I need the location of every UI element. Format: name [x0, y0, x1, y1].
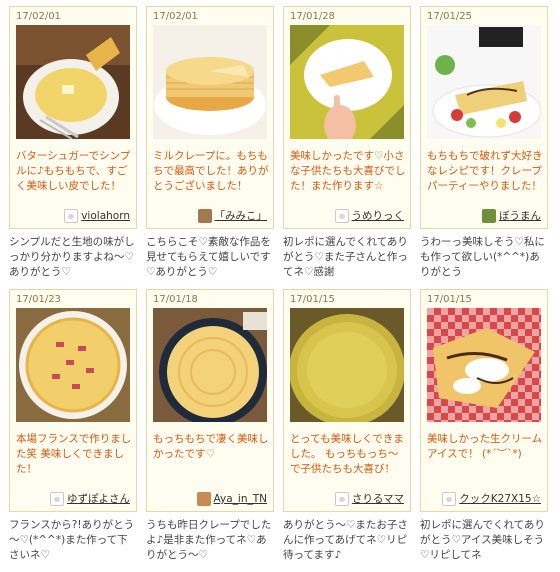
- author-link[interactable]: violahorn: [64, 209, 130, 223]
- report-photo[interactable]: [427, 308, 541, 422]
- report-card[interactable]: 17/02/01 バターシュガーでシンプルに♪もちもちで、すごく美味しい皮でした…: [9, 6, 137, 229]
- report-message: 本場フランスで作りました笑 美味しくできました！: [16, 433, 132, 475]
- report-message: ミルクレープに。もちもちで最高でした！ありがとうございました！: [153, 150, 269, 192]
- report-card[interactable]: 17/01/18 もっちもちで凄く美味しかったです♡ Aya_in_TN: [146, 289, 274, 512]
- author-name[interactable]: 「みみこ」: [215, 208, 268, 223]
- report-date: 17/01/15: [427, 294, 472, 305]
- author-name[interactable]: ゆずぽよさん: [67, 491, 130, 506]
- report-message: もちもちで破れず大好きなレシピです！クレープパーティーやりました！: [427, 150, 543, 192]
- report-message: とっても美味しくできました。 もっちもっち～で子供たちも大喜び！: [290, 433, 404, 475]
- report-photo[interactable]: [290, 308, 404, 422]
- report-message: 美味しかったです♡小さな子供たちも大喜びでした！また作ります☆: [290, 150, 406, 192]
- reply-text: 初レポに選んでくれてありがとう♡また子さんと作ってネ♡感謝: [283, 236, 408, 278]
- report-item: 17/02/01 バターシュガーでシンプルに♪もちもちで、すごく美味しい皮でした…: [9, 6, 137, 289]
- report-date: 17/02/01: [16, 11, 61, 22]
- report-date: 17/01/15: [290, 294, 335, 305]
- author-name[interactable]: violahorn: [81, 210, 130, 222]
- author-name[interactable]: ぼうまん: [499, 208, 541, 223]
- photo-avatar-icon: [197, 208, 212, 223]
- report-item: 17/01/15 美味しかった生クリームアイスで！ (*´︶`*) クックK27…: [420, 289, 548, 572]
- author-link[interactable]: さりるママ: [334, 491, 404, 506]
- author-name[interactable]: さりるママ: [352, 491, 404, 506]
- reply-text: 初レポに選んでくれてありがとう♡アイス美味しそう♡リピしてネ: [420, 519, 545, 561]
- author-link[interactable]: ゆずぽよさん: [50, 491, 130, 506]
- author-link[interactable]: Aya_in_TN: [196, 492, 267, 506]
- report-date: 17/02/01: [153, 11, 198, 22]
- reply-text: フランスから?!ありがとう～♡(*^^*)また作って下さいネ♡: [9, 519, 135, 561]
- report-photo[interactable]: [427, 25, 541, 139]
- generic-avatar-icon: [50, 491, 64, 506]
- report-date: 17/01/28: [290, 11, 335, 22]
- report-photo[interactable]: [153, 308, 267, 422]
- photo-avatar-icon: [482, 208, 496, 223]
- report-card[interactable]: 17/01/28 美味しかったです♡小さな子供たちも大喜びでした！また作ります☆…: [283, 6, 411, 229]
- report-photo[interactable]: [16, 25, 130, 139]
- author-link[interactable]: ぼうまん: [482, 208, 541, 223]
- report-card[interactable]: 17/02/01 ミルクレープに。もちもちで最高でした！ありがとうございました！: [146, 6, 274, 229]
- report-item: 17/01/18 もっちもちで凄く美味しかったです♡ Aya_in_TN うちも…: [146, 289, 274, 572]
- generic-avatar-icon: [64, 209, 79, 223]
- reply-text: うわーっ美味しそう♡私にも作って欲しい(*^^*)ありがとう: [420, 236, 545, 278]
- report-item: 17/01/28 美味しかったです♡小さな子供たちも大喜びでした！また作ります☆…: [283, 6, 411, 289]
- report-photo[interactable]: [16, 308, 130, 422]
- author-name[interactable]: うめりっく: [352, 208, 405, 223]
- author-link[interactable]: クックK27X15☆: [442, 491, 541, 506]
- reply-text: うちも昨日クレープでしたよ♪是非また作ってネ♡ありがとう～♡: [146, 519, 272, 561]
- report-date: 17/01/23: [16, 294, 61, 305]
- reply-text: こちらこそ♡素敵な作品を見せてもらえて嬉しいです♡ありがとう♡: [146, 236, 271, 278]
- report-item: 17/01/15 とっても美味しくできました。 もっちもっち～で子供たちも大喜び…: [283, 289, 411, 572]
- report-card[interactable]: 17/01/15 とっても美味しくできました。 もっちもっち～で子供たちも大喜び…: [283, 289, 411, 512]
- report-date: 17/01/25: [427, 11, 472, 22]
- photo-avatar-icon: [196, 492, 211, 506]
- report-photo[interactable]: [153, 25, 267, 139]
- report-item: 17/01/23 本場フランスで作りました笑 美味しくできました！ ゆずぽよさん…: [9, 289, 137, 572]
- author-link[interactable]: 「みみこ」: [197, 208, 268, 223]
- report-item: 17/01/25 もちもちで破れず大好きなレシピです！クレープパーティーやりまし…: [420, 6, 548, 289]
- report-card[interactable]: 17/01/15 美味しかった生クリームアイスで！ (*´︶`*) クックK27…: [420, 289, 548, 512]
- generic-avatar-icon: [442, 491, 457, 506]
- author-link[interactable]: うめりっく: [334, 208, 405, 223]
- generic-avatar-icon: [334, 491, 349, 506]
- report-date: 17/01/18: [153, 294, 198, 305]
- author-name[interactable]: Aya_in_TN: [214, 493, 267, 505]
- report-card[interactable]: 17/01/23 本場フランスで作りました笑 美味しくできました！ ゆずぽよさん: [9, 289, 137, 512]
- report-message: 美味しかった生クリームアイスで！ (*´︶`*): [427, 433, 543, 460]
- report-item: 17/02/01 ミルクレープに。もちもちで最高でした！ありがとうございました！: [146, 6, 274, 289]
- report-message: バターシュガーでシンプルに♪もちもちで、すごく美味しい皮でした！: [16, 150, 131, 192]
- report-message: もっちもちで凄く美味しかったです♡: [153, 433, 269, 460]
- report-photo[interactable]: [290, 25, 404, 139]
- report-grid: 17/02/01 バターシュガーでシンプルに♪もちもちで、すごく美味しい皮でした…: [9, 6, 548, 572]
- generic-avatar-icon: [334, 208, 349, 223]
- report-card[interactable]: 17/01/25 もちもちで破れず大好きなレシピです！クレープパーティーやりまし…: [420, 6, 548, 229]
- reply-text: シンプルだと生地の味がしっかり分かりますよね～♡ありがとう♡: [9, 236, 135, 278]
- author-name[interactable]: クックK27X15☆: [459, 491, 541, 506]
- reply-text: ありがとう～♡またお子さんに作ってあげてネ♡リピ待ってます♪: [283, 519, 408, 561]
